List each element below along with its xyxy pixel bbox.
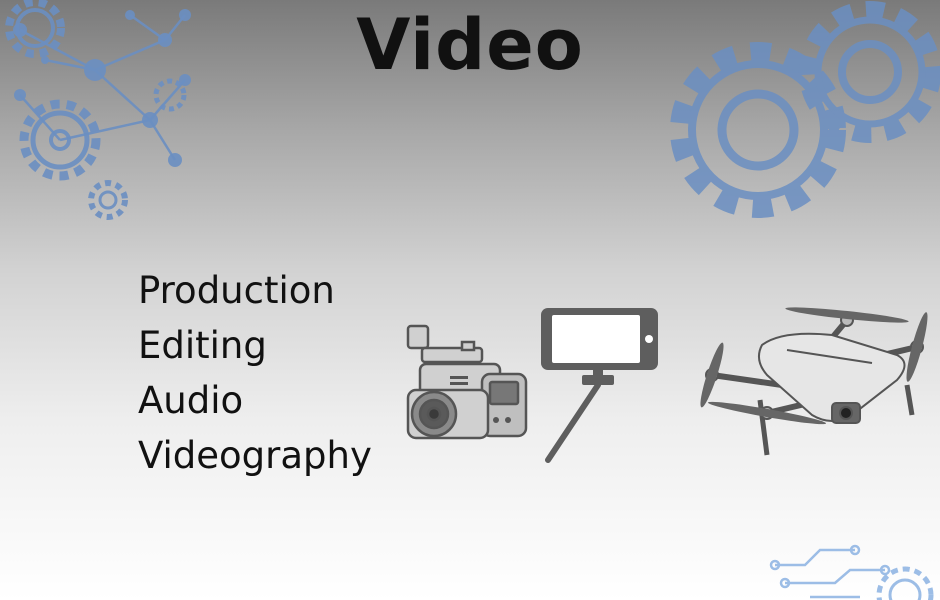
topic-item-production: Production: [138, 269, 335, 312]
slide: Video Production Editing Audio Videograp…: [0, 0, 940, 600]
slide-title: Video: [356, 4, 584, 86]
topic-item-videography: Videography: [138, 434, 372, 477]
topic-item-audio: Audio: [138, 379, 244, 422]
camcorder-icon: [406, 324, 528, 440]
circuit-decoration: [769, 544, 934, 600]
topic-item-editing: Editing: [138, 324, 267, 367]
topic-list: Production Editing Audio Videography: [138, 263, 372, 483]
selfie-stick-phone-icon: [541, 308, 658, 463]
drone-icon: [700, 307, 928, 456]
